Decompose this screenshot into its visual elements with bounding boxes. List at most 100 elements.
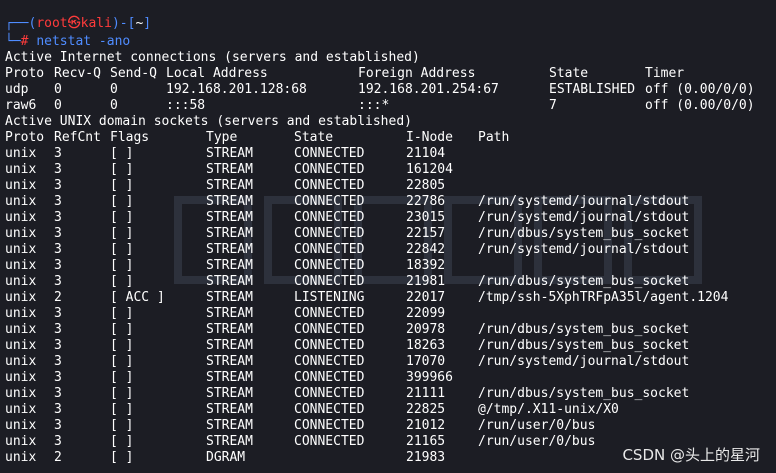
table-cell: off (0.00/0/0) xyxy=(645,98,755,113)
table-cell: [ ACC ] xyxy=(110,290,165,305)
table-cell: CONNECTED xyxy=(294,370,365,385)
table-cell: [ ] xyxy=(110,274,134,289)
table-cell: [ ] xyxy=(110,242,134,257)
table-cell: [ ] xyxy=(110,178,134,193)
table-cell: [ ] xyxy=(110,226,134,241)
table-cell: 161204 xyxy=(406,162,453,177)
table-cell: 21165 xyxy=(406,434,446,449)
table-cell: [ ] xyxy=(110,434,134,449)
unix-heading: Active UNIX domain sockets (servers and … xyxy=(5,114,412,129)
table-cell: 22099 xyxy=(406,306,446,321)
table-cell: 3 xyxy=(54,354,62,369)
table-cell: 22805 xyxy=(406,178,446,193)
prompt-corner-top: ┌──( xyxy=(5,16,37,31)
table-cell: [ ] xyxy=(110,354,134,369)
table-cell: STREAM xyxy=(206,290,253,305)
table-cell: STREAM xyxy=(206,434,253,449)
table-cell: unix xyxy=(5,450,37,465)
table-cell: CONNECTED xyxy=(294,434,365,449)
table-cell: 0 xyxy=(54,98,62,113)
table-cell: CONNECTED xyxy=(294,386,365,401)
table-cell: [ ] xyxy=(110,386,134,401)
command-text: netstat -ano xyxy=(36,34,131,49)
table-cell: 3 xyxy=(54,306,62,321)
table-cell: unix xyxy=(5,274,37,289)
table-cell: 0 xyxy=(110,82,118,97)
table-cell: Recv-Q xyxy=(54,66,101,81)
table-cell: 3 xyxy=(54,434,62,449)
terminal-window[interactable]: ┌──(root㉿kali)-[~] └─# netstat -ano Acti… xyxy=(0,0,776,473)
table-cell: STREAM xyxy=(206,354,253,369)
table-cell: CONNECTED xyxy=(294,338,365,353)
table-cell: /run/dbus/system_bus_socket xyxy=(478,274,690,289)
table-cell: /run/user/0/bus xyxy=(478,434,596,449)
table-cell: CONNECTED xyxy=(294,210,365,225)
table-cell: /run/systemd/journal/stdout xyxy=(478,242,690,257)
table-cell: unix xyxy=(5,226,37,241)
table-cell: /run/systemd/journal/stdout xyxy=(478,194,690,209)
table-cell: 3 xyxy=(54,162,62,177)
table-cell: 17070 xyxy=(406,354,446,369)
csdn-watermark-label: CSDN @头上的星河 xyxy=(622,446,760,464)
table-cell: 2 xyxy=(54,290,62,305)
table-cell: 21104 xyxy=(406,146,446,161)
table-cell: unix xyxy=(5,178,37,193)
table-cell: /run/systemd/journal/stdout xyxy=(478,354,690,369)
table-cell: [ ] xyxy=(110,210,134,225)
table-cell: 3 xyxy=(54,194,62,209)
table-cell: 22786 xyxy=(406,194,446,209)
table-cell: 22842 xyxy=(406,242,446,257)
table-cell: /run/dbus/system_bus_socket xyxy=(478,338,690,353)
table-cell: STREAM xyxy=(206,306,253,321)
table-cell: STREAM xyxy=(206,402,253,417)
table-cell: STREAM xyxy=(206,386,253,401)
table-cell: STREAM xyxy=(206,162,253,177)
table-cell: STREAM xyxy=(206,322,253,337)
table-cell: 3 xyxy=(54,178,62,193)
table-cell: I-Node xyxy=(406,130,453,145)
prompt-close-bracket: ] xyxy=(143,16,152,31)
table-cell: Send-Q xyxy=(110,66,157,81)
table-cell: LISTENING xyxy=(294,290,365,305)
table-cell: 21012 xyxy=(406,418,446,433)
table-cell: 21111 xyxy=(406,386,446,401)
table-cell: unix xyxy=(5,258,37,273)
table-cell: Path xyxy=(478,130,510,145)
table-cell: 0 xyxy=(54,82,62,97)
table-cell: 3 xyxy=(54,242,62,257)
table-cell: [ ] xyxy=(110,418,134,433)
table-cell: 20978 xyxy=(406,322,446,337)
table-cell: [ ] xyxy=(110,450,134,465)
table-cell: CONNECTED xyxy=(294,178,365,193)
prompt-at-icon: ㉿ xyxy=(67,16,81,31)
table-cell: unix xyxy=(5,194,37,209)
table-cell: STREAM xyxy=(206,274,253,289)
table-cell: /run/systemd/journal/stdout xyxy=(478,210,690,225)
table-cell: unix xyxy=(5,290,37,305)
table-cell: Local Address xyxy=(166,66,268,81)
table-cell: /run/dbus/system_bus_socket xyxy=(478,322,690,337)
table-cell: unix xyxy=(5,434,37,449)
table-cell: raw6 xyxy=(5,98,37,113)
table-cell: unix xyxy=(5,242,37,257)
table-cell: unix xyxy=(5,146,37,161)
table-cell: Proto xyxy=(5,66,45,81)
table-cell: [ ] xyxy=(110,162,134,177)
table-cell: @/tmp/.X11-unix/X0 xyxy=(478,402,619,417)
table-cell: 3 xyxy=(54,338,62,353)
table-cell: CONNECTED xyxy=(294,194,365,209)
table-cell: STREAM xyxy=(206,210,253,225)
table-cell: STREAM xyxy=(206,226,253,241)
table-cell: unix xyxy=(5,354,37,369)
table-cell: [ ] xyxy=(110,258,134,273)
table-cell: unix xyxy=(5,386,37,401)
table-cell: STREAM xyxy=(206,242,253,257)
table-cell: State xyxy=(294,130,334,145)
inet-heading: Active Internet connections (servers and… xyxy=(5,50,420,65)
table-cell: 3 xyxy=(54,210,62,225)
table-cell: CONNECTED xyxy=(294,354,365,369)
table-cell: unix xyxy=(5,162,37,177)
table-cell: 3 xyxy=(54,402,62,417)
prompt-corner-bottom: └─ xyxy=(5,34,21,49)
table-cell: 3 xyxy=(54,386,62,401)
